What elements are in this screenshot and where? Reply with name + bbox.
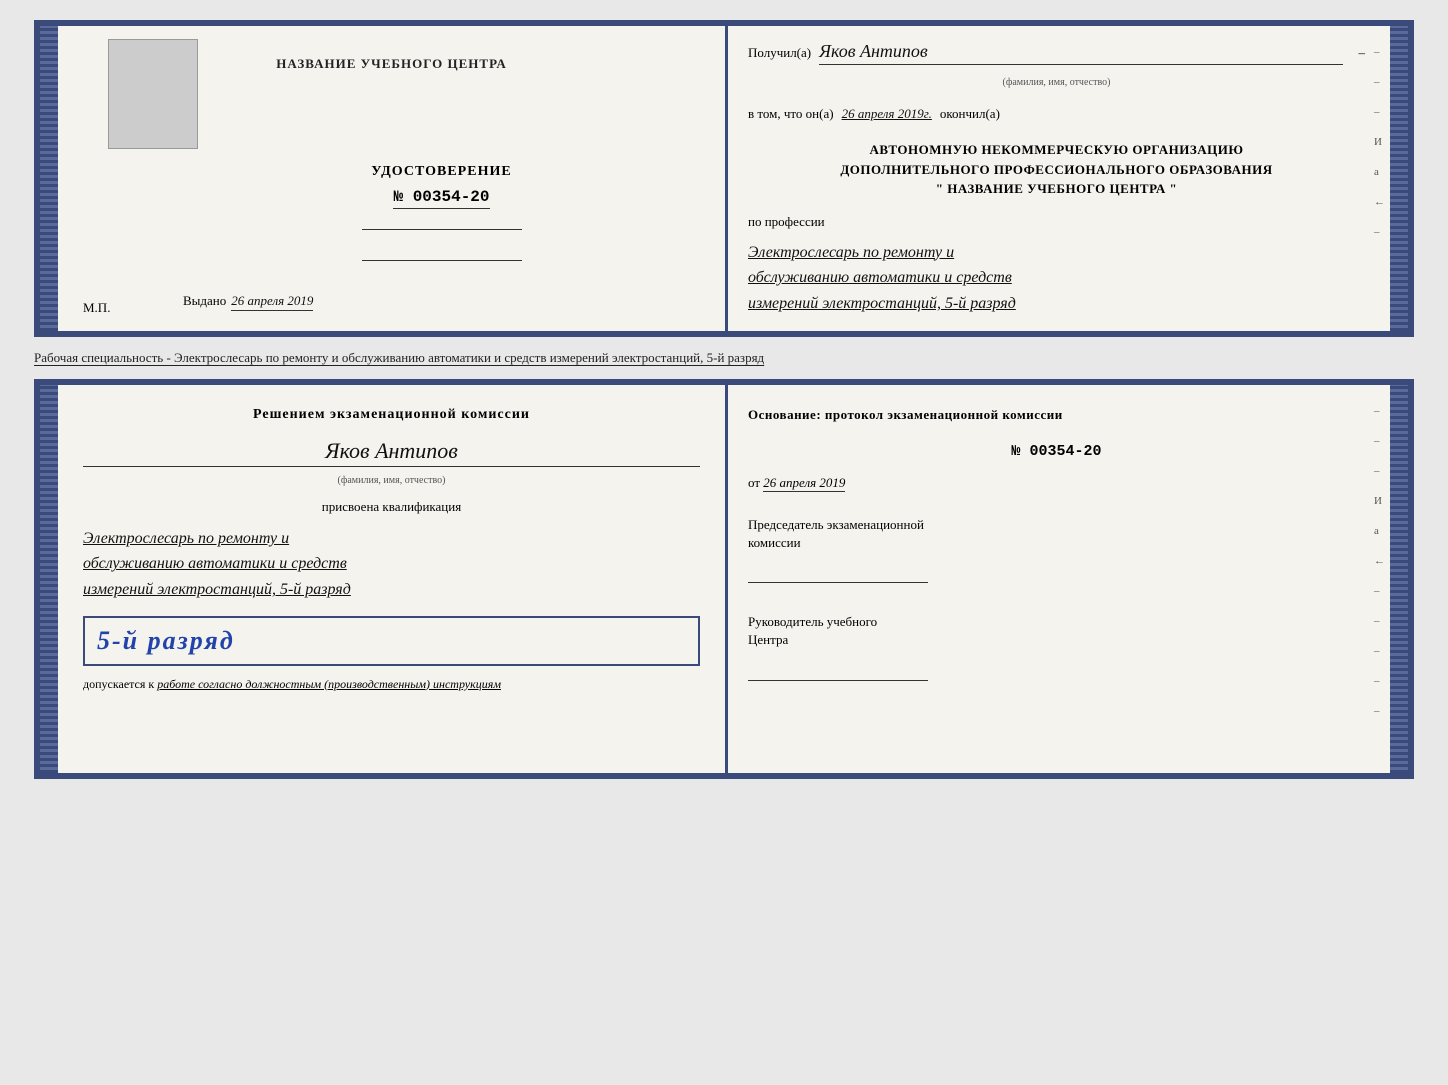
- side-mark-b4: И: [1374, 495, 1390, 507]
- recipient-prefix: Получил(а): [748, 45, 811, 61]
- side-mark-2: –: [1374, 76, 1390, 88]
- left-spine: [40, 26, 58, 331]
- right-side-marks-bottom: – – – И а ← – – – – –: [1374, 405, 1390, 717]
- separator-text: Рабочая специальность - Электрослесарь п…: [34, 345, 1414, 371]
- date-value: 26 апреля 2019г.: [842, 106, 932, 122]
- right-side-marks-top: – – – И а ← –: [1374, 46, 1390, 238]
- recipient-line: Получил(а) Яков Антипов –: [748, 41, 1365, 65]
- rank-text: 5-й разряд: [97, 626, 686, 656]
- cert-label: УДОСТОВЕРЕНИЕ: [371, 164, 511, 180]
- school-name-title: НАЗВАНИЕ УЧЕБНОГО ЦЕНТРА: [276, 56, 507, 72]
- basis-label: Основание: протокол экзаменационной коми…: [748, 405, 1365, 425]
- qual-line3: измерений электростанций, 5-й разряд: [83, 577, 700, 603]
- bottom-left-page: Решением экзаменационной комиссии Яков А…: [58, 385, 728, 773]
- side-mark-6: ←: [1374, 196, 1390, 208]
- director-label: Руководитель учебного Центра: [748, 613, 1365, 649]
- side-mark-b3: –: [1374, 465, 1390, 477]
- director-signature-line: [748, 680, 928, 681]
- chairman-label: Председатель экзаменационной комиссии: [748, 516, 1365, 552]
- mp-label: М.П.: [83, 300, 110, 316]
- profession-prefix: по профессии: [748, 214, 1365, 230]
- org-line2: ДОПОЛНИТЕЛЬНОГО ПРОФЕССИОНАЛЬНОГО ОБРАЗО…: [748, 160, 1365, 180]
- chairman-line2: комиссии: [748, 534, 1365, 552]
- side-mark-b6: ←: [1374, 555, 1390, 567]
- qual-line2: обслуживанию автоматики и средств: [83, 551, 700, 577]
- issued-block: Выдано 26 апреля 2019: [183, 283, 313, 311]
- document-container: НАЗВАНИЕ УЧЕБНОГО ЦЕНТРА УДОСТОВЕРЕНИЕ №…: [34, 20, 1414, 779]
- issued-prefix: Выдано: [183, 293, 226, 309]
- date-suffix: окончил(а): [940, 106, 1000, 122]
- side-mark-b10: –: [1374, 675, 1390, 687]
- director-line1: Руководитель учебного: [748, 613, 1365, 631]
- left-page-top: НАЗВАНИЕ УЧЕБНОГО ЦЕНТРА УДОСТОВЕРЕНИЕ №…: [58, 26, 728, 331]
- assigned-label: присвоена квалификация: [83, 499, 700, 515]
- chairman-line1: Председатель экзаменационной: [748, 516, 1365, 534]
- side-mark-b1: –: [1374, 405, 1390, 417]
- qual-line1: Электрослесарь по ремонту и: [83, 526, 700, 552]
- side-mark-7: –: [1374, 226, 1390, 238]
- profession-line3: измерений электростанций, 5-й разряд: [748, 291, 1365, 317]
- side-mark-b2: –: [1374, 435, 1390, 447]
- chairman-signature-line: [748, 582, 928, 583]
- org-name: " НАЗВАНИЕ УЧЕБНОГО ЦЕНТРА ": [748, 179, 1365, 199]
- side-mark-b5: а: [1374, 525, 1390, 537]
- cert-block: УДОСТОВЕРЕНИЕ № 00354-20: [183, 94, 700, 261]
- photo-placeholder: [108, 39, 198, 149]
- top-document: НАЗВАНИЕ УЧЕБНОГО ЦЕНТРА УДОСТОВЕРЕНИЕ №…: [34, 20, 1414, 337]
- right-spine-bottom: [1390, 385, 1408, 773]
- org-line1: АВТОНОМНУЮ НЕКОММЕРЧЕСКУЮ ОРГАНИЗАЦИЮ: [748, 140, 1365, 160]
- recipient-name: Яков Антипов: [819, 41, 1342, 65]
- side-mark-b8: –: [1374, 615, 1390, 627]
- допускается-text: работе согласно должностным (производств…: [157, 677, 501, 691]
- recipient-sub-label: (фамилия, имя, отчество): [748, 77, 1365, 88]
- director-line2: Центра: [748, 631, 1365, 649]
- side-mark-3: –: [1374, 106, 1390, 118]
- допускается-line: допускается к работе согласно должностны…: [83, 677, 700, 692]
- org-block: АВТОНОМНУЮ НЕКОММЕРЧЕСКУЮ ОРГАНИЗАЦИЮ ДО…: [748, 140, 1365, 199]
- protocol-date-value: 26 апреля 2019: [763, 475, 845, 492]
- side-mark-5: а: [1374, 166, 1390, 178]
- side-mark-1: –: [1374, 46, 1390, 58]
- qualification-text: Электрослесарь по ремонту и обслуживанию…: [83, 526, 700, 603]
- side-mark-b11: –: [1374, 705, 1390, 717]
- profession-line1: Электрослесарь по ремонту и: [748, 240, 1365, 266]
- person-name-sub: (фамилия, имя, отчество): [83, 475, 700, 486]
- protocol-date-prefix: от: [748, 475, 760, 490]
- left-spine-bottom: [40, 385, 58, 773]
- profession-line2: обслуживанию автоматики и средств: [748, 265, 1365, 291]
- date-prefix: в том, что он(а): [748, 106, 834, 122]
- side-mark-b9: –: [1374, 645, 1390, 657]
- issued-date: 26 апреля 2019: [231, 293, 313, 311]
- допускается-prefix: допускается к: [83, 677, 154, 691]
- profession-text: Электрослесарь по ремонту и обслуживанию…: [748, 240, 1365, 317]
- protocol-date: от 26 апреля 2019: [748, 475, 1365, 491]
- bottom-right-page: Основание: протокол экзаменационной коми…: [728, 385, 1390, 773]
- person-name: Яков Антипов: [83, 438, 700, 467]
- side-mark-b7: –: [1374, 585, 1390, 597]
- protocol-number: № 00354-20: [748, 443, 1365, 460]
- left-page-content: НАЗВАНИЕ УЧЕБНОГО ЦЕНТРА УДОСТОВЕРЕНИЕ №…: [83, 46, 700, 311]
- rank-box: 5-й разряд: [83, 616, 700, 666]
- date-line: в том, что он(а) 26 апреля 2019г. окончи…: [748, 106, 1365, 122]
- commission-title: Решением экзаменационной комиссии: [83, 405, 700, 425]
- right-page-top: Получил(а) Яков Антипов – (фамилия, имя,…: [728, 26, 1390, 331]
- right-spine-top: [1390, 26, 1408, 331]
- side-mark-4: И: [1374, 136, 1390, 148]
- cert-number: № 00354-20: [393, 188, 489, 209]
- bottom-document: Решением экзаменационной комиссии Яков А…: [34, 379, 1414, 779]
